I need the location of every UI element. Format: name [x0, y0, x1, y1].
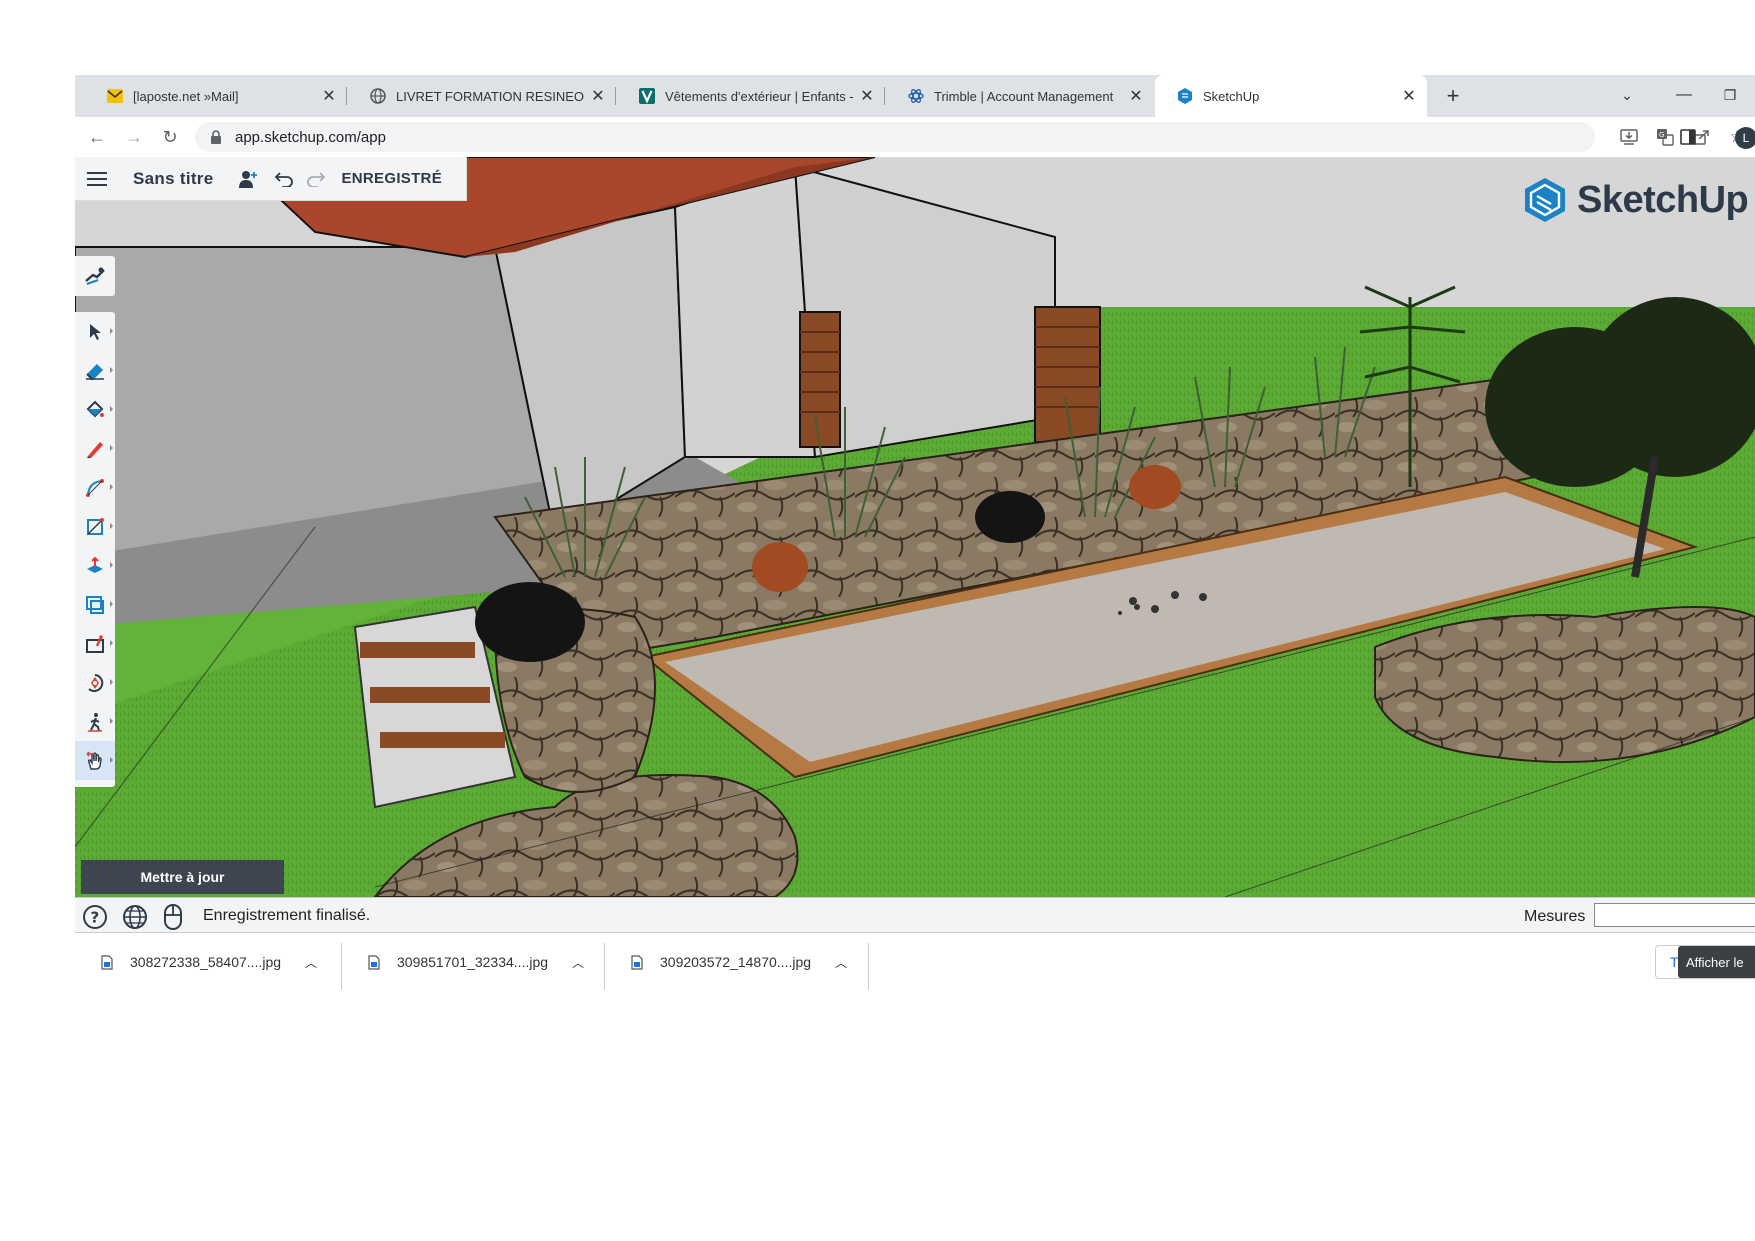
- tape-measure-icon: [86, 634, 104, 653]
- instructor-icon[interactable]: [75, 256, 115, 296]
- downloads-bar: 308272338_58407....jpg ︿ 309851701_32334…: [75, 933, 1755, 990]
- tab-livret-formation[interactable]: LIVRET FORMATION RESINEO FR ✕: [348, 75, 616, 117]
- 3d-model-scene[interactable]: [75, 157, 1755, 897]
- url-text: app.sketchup.com/app: [235, 128, 386, 146]
- translate-icon[interactable]: G: [1654, 126, 1676, 148]
- arc-icon: [86, 478, 104, 497]
- sketchup-viewport[interactable]: Sans titre ENREGISTRÉ SketchUp Mettre à …: [75, 157, 1755, 897]
- mouse-icon[interactable]: [160, 904, 186, 930]
- redo-icon[interactable]: [305, 168, 327, 190]
- chevron-up-icon[interactable]: ︿: [569, 953, 587, 971]
- close-icon[interactable]: ✕: [1126, 86, 1146, 106]
- tab-title: [laposte.net »Mail]: [133, 88, 239, 104]
- push-pull-icon: [87, 556, 103, 573]
- help-icon[interactable]: ?: [82, 904, 108, 930]
- tab-title: SketchUp: [1203, 88, 1260, 104]
- hand-icon: [86, 751, 102, 770]
- save-status: ENREGISTRÉ: [341, 170, 442, 187]
- eraser-icon: [86, 363, 104, 380]
- svg-text:?: ?: [91, 909, 100, 927]
- update-button[interactable]: Mettre à jour: [81, 860, 284, 894]
- chevron-up-icon[interactable]: ︿: [302, 953, 320, 971]
- reload-icon[interactable]: ↻: [158, 125, 182, 149]
- document-title[interactable]: Sans titre: [133, 169, 213, 189]
- download-item[interactable]: 308272338_58407....jpg ︿: [75, 943, 342, 990]
- rectangle-icon: [87, 517, 104, 535]
- new-tab-button[interactable]: +: [1440, 83, 1466, 109]
- back-arrow-icon[interactable]: ←: [85, 125, 109, 149]
- orbit-tool[interactable]: [75, 663, 115, 702]
- lock-icon: [207, 128, 225, 146]
- walk-tool[interactable]: [75, 702, 115, 741]
- tab-title: Vêtements d'extérieur | Enfants -: [665, 88, 854, 104]
- side-panel-icon[interactable]: [1677, 126, 1699, 148]
- tooltip: Afficher le: [1678, 946, 1755, 978]
- address-bar[interactable]: app.sketchup.com/app: [195, 122, 1595, 152]
- paint-bucket-tool[interactable]: [75, 390, 115, 429]
- tab-title: Trimble | Account Management: [934, 88, 1114, 104]
- offset-icon: [86, 595, 104, 614]
- tab-trimble-account[interactable]: Trimble | Account Management ✕: [886, 75, 1154, 117]
- close-icon[interactable]: ✕: [1399, 86, 1419, 106]
- undo-icon[interactable]: [273, 168, 295, 190]
- chevron-up-icon[interactable]: ︿: [832, 953, 850, 971]
- sketchup-icon: [1177, 88, 1193, 104]
- offset-tool[interactable]: [75, 585, 115, 624]
- image-file-icon: [367, 954, 381, 970]
- image-file-icon: [630, 954, 644, 970]
- forward-arrow-icon[interactable]: →: [122, 125, 146, 149]
- tape-measure-tool[interactable]: [75, 624, 115, 663]
- minimize-icon[interactable]: —: [1672, 83, 1696, 107]
- logo-text: SketchUp: [1577, 178, 1749, 221]
- trimble-icon: [908, 88, 924, 104]
- tab-title: LIVRET FORMATION RESINEO FR: [396, 88, 588, 104]
- tab-laposte-mail[interactable]: [laposte.net »Mail] ✕: [85, 75, 347, 117]
- pan-tool[interactable]: [75, 741, 115, 780]
- globe-icon[interactable]: [122, 904, 148, 930]
- sketchup-logo-icon: [1525, 178, 1565, 222]
- download-filename: 308272338_58407....jpg: [130, 954, 282, 970]
- close-icon[interactable]: ✕: [857, 86, 877, 106]
- arc-tool[interactable]: [75, 468, 115, 507]
- browser-window: [laposte.net »Mail] ✕ LIVRET FORMATION R…: [75, 75, 1755, 990]
- walk-icon: [88, 712, 102, 732]
- download-item[interactable]: 309851701_32334....jpg ︿: [342, 943, 605, 990]
- arrow-cursor-icon: [90, 323, 101, 340]
- install-app-icon[interactable]: [1618, 126, 1640, 148]
- v-brand-icon: [639, 88, 655, 104]
- add-user-icon[interactable]: [237, 168, 259, 190]
- pencil-icon: [87, 441, 103, 458]
- tab-strip: [laposte.net »Mail] ✕ LIVRET FORMATION R…: [75, 75, 1755, 117]
- sketchup-logo: SketchUp: [1523, 177, 1749, 223]
- profile-avatar[interactable]: L: [1735, 127, 1755, 149]
- select-tool[interactable]: [75, 312, 115, 351]
- svg-text:G: G: [1659, 131, 1664, 139]
- tab-sketchup[interactable]: SketchUp ✕: [1155, 75, 1427, 117]
- eraser-tool[interactable]: [75, 351, 115, 390]
- status-bar: ? Enregistrement finalisé. Mesures: [75, 897, 1755, 933]
- restore-icon[interactable]: ❐: [1718, 83, 1742, 107]
- push-pull-tool[interactable]: [75, 546, 115, 585]
- measures-input[interactable]: [1594, 903, 1755, 927]
- globe-icon: [370, 88, 386, 104]
- image-file-icon: [100, 954, 114, 970]
- orbit-icon: [88, 673, 104, 692]
- rectangle-tool[interactable]: [75, 507, 115, 546]
- chevron-down-icon[interactable]: ⌄: [1615, 83, 1639, 107]
- line-tool[interactable]: [75, 429, 115, 468]
- mail-icon: [107, 88, 123, 104]
- tab-vetements[interactable]: Vêtements d'extérieur | Enfants - ✕: [617, 75, 885, 117]
- close-icon[interactable]: ✕: [319, 86, 339, 106]
- hamburger-menu-icon[interactable]: [87, 167, 111, 191]
- download-filename: 309203572_14870....jpg: [660, 954, 812, 970]
- app-top-bar: Sans titre ENREGISTRÉ: [75, 157, 467, 201]
- browser-toolbar: ← → ↻ app.sketchup.com/app G ☆: [75, 117, 1755, 157]
- measures-label: Mesures: [1524, 908, 1586, 925]
- paint-bucket-icon: [86, 400, 104, 417]
- download-item[interactable]: 309203572_14870....jpg ︿: [605, 943, 869, 990]
- close-icon[interactable]: ✕: [588, 86, 608, 106]
- download-filename: 309851701_32334....jpg: [397, 954, 549, 970]
- tool-palette: [75, 312, 115, 787]
- status-message: Enregistrement finalisé.: [203, 907, 371, 924]
